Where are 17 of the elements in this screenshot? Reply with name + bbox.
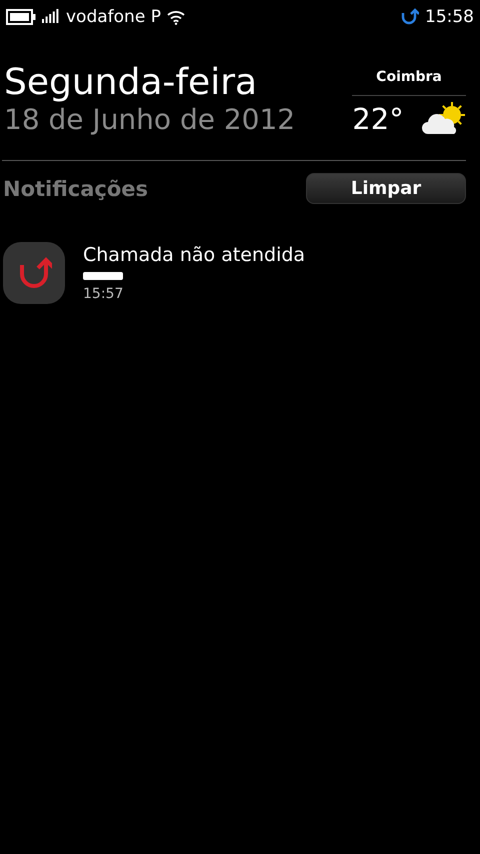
battery-icon: [6, 9, 36, 25]
missed-call-icon: [401, 8, 419, 26]
temperature: 22°: [352, 102, 404, 136]
city-name: Coimbra: [376, 69, 442, 85]
notification-title[interactable]: Chamada não atendida: [83, 244, 306, 266]
clear-button[interactable]: Limpar: [306, 173, 466, 204]
missed-call-icon[interactable]: [3, 242, 65, 304]
notifications-heading: Notificações: [3, 176, 148, 200]
carrier-name: vodafone P: [66, 7, 161, 27]
day-name: Segunda-feira: [4, 62, 258, 103]
date-text: 18 de Junho de 2012: [4, 103, 296, 136]
partly-cloudy-icon: [422, 102, 466, 136]
redaction-bar: [83, 272, 123, 280]
notification-time: 15:57: [83, 286, 124, 302]
clock-time: 15:58: [425, 7, 474, 27]
wifi-icon: [166, 10, 185, 24]
signal-icon: [42, 9, 60, 25]
